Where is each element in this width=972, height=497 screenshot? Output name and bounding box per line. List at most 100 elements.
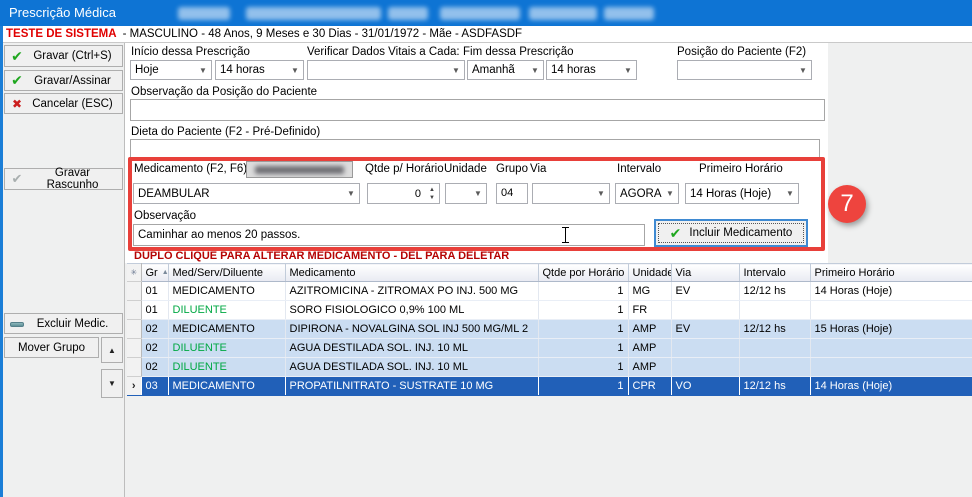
medicamento-combobox[interactable]: DEAMBULAR▼: [133, 183, 360, 204]
mover-grupo-label: Mover Grupo: [5, 342, 98, 354]
mover-grupo-button[interactable]: Mover Grupo: [4, 337, 99, 358]
gravar-rascunho-label: Gravar Rascunho: [29, 167, 122, 191]
annotation-badge-7: 7: [828, 185, 866, 223]
fim-date-combobox[interactable]: Amanhã▼: [467, 60, 544, 80]
redacted-text: [388, 7, 428, 20]
table-row[interactable]: 01 DILUENTE SORO FISIOLOGICO 0,9% 100 ML…: [127, 301, 972, 320]
inicio-date-combobox[interactable]: Hoje▼: [130, 60, 212, 80]
move-down-button[interactable]: ▼: [101, 369, 123, 398]
observacao-label: Observação: [134, 210, 196, 222]
obs-posicao-label: Observação da Posição do Paciente: [131, 86, 317, 98]
col-header-unidade[interactable]: Unidade: [628, 264, 671, 282]
window-title: Prescrição Médica: [9, 5, 116, 20]
grid-caption: DUPLO CLIQUE PARA ALTERAR MEDICAMENTO - …: [134, 250, 509, 262]
row-indicator-header: ✳: [127, 264, 141, 282]
patient-header: TESTE DE SISTEMA - MASCULINO - 48 Anos, …: [0, 26, 972, 43]
gravar-button[interactable]: ✔ Gravar (Ctrl+S): [4, 45, 123, 67]
col-header-gr[interactable]: Gr▲: [141, 264, 168, 282]
redacted-text: [178, 7, 230, 20]
check-icon: ✔: [670, 225, 682, 242]
obs-posicao-input[interactable]: [130, 99, 825, 121]
chevron-down-icon: ▼: [662, 189, 678, 198]
redacted-text: [440, 7, 520, 20]
col-header-intervalo[interactable]: Intervalo: [739, 264, 810, 282]
col-header-tipo[interactable]: Med/Serv/Diluente: [168, 264, 285, 282]
posicao-label: Posição do Paciente (F2): [677, 46, 806, 58]
primeiro-horario-combobox[interactable]: 14 Horas (Hoje)▼: [685, 183, 799, 204]
via-label: Via: [530, 163, 546, 175]
chevron-down-icon: ▼: [470, 189, 486, 198]
redacted-text: [529, 7, 597, 20]
move-up-button[interactable]: ▲: [101, 337, 123, 363]
vitais-combobox[interactable]: ▼: [307, 60, 465, 80]
grupo-label: Grupo: [496, 163, 528, 175]
fim-time-combobox[interactable]: 14 horas▼: [546, 60, 637, 80]
up-arrow-icon: ▲: [108, 346, 116, 355]
check-icon: ✔: [5, 48, 29, 65]
inicio-time-combobox[interactable]: 14 horas▼: [215, 60, 304, 80]
selected-row-indicator: ›: [127, 377, 141, 396]
posicao-combobox[interactable]: ▼: [677, 60, 812, 80]
vitais-label: Verificar Dados Vitais a Cada:: [307, 46, 460, 58]
down-arrow-icon: ▼: [108, 379, 116, 388]
table-row[interactable]: 01 MEDICAMENTO AZITROMICINA - ZITROMAX P…: [127, 282, 972, 301]
chevron-down-icon: ▼: [527, 66, 543, 75]
intervalo-combobox[interactable]: AGORA▼: [615, 183, 679, 204]
col-header-qtde[interactable]: Qtde por Horário: [538, 264, 628, 282]
incluir-medicamento-button[interactable]: ✔ Incluir Medicamento: [655, 220, 807, 246]
spinner-arrows-icon[interactable]: ▲▼: [425, 187, 439, 201]
col-header-via[interactable]: Via: [671, 264, 739, 282]
table-row[interactable]: 02 DILUENTE AGUA DESTILADA SOL. INJ. 10 …: [127, 339, 972, 358]
text-cursor: [562, 227, 569, 243]
redacted-button[interactable]: [246, 161, 353, 178]
cancelar-label: Cancelar (ESC): [29, 98, 122, 110]
col-header-primeiro[interactable]: Primeiro Horário: [810, 264, 972, 282]
via-combobox[interactable]: ▼: [532, 183, 610, 204]
unidade-label: Unidade: [444, 163, 487, 175]
table-row[interactable]: 02 DILUENTE AGUA DESTILADA SOL. INJ. 10 …: [127, 358, 972, 377]
inicio-label: Início dessa Prescrição: [131, 46, 250, 58]
qtde-label: Qtde p/ Horário: [365, 163, 444, 175]
sort-asc-icon: ▲: [162, 269, 168, 276]
chevron-down-icon: ▼: [195, 66, 211, 75]
grid-header-row: ✳ Gr▲ Med/Serv/Diluente Medicamento Qtde…: [127, 264, 972, 282]
chevron-down-icon: ▼: [343, 189, 359, 198]
dieta-label: Dieta do Paciente (F2 - Pré-Definido): [131, 126, 320, 138]
grupo-input[interactable]: 04: [496, 183, 528, 204]
chevron-down-icon: ▼: [593, 189, 609, 198]
gravar-rascunho-button[interactable]: ✔ Gravar Rascunho: [4, 168, 123, 190]
chevron-down-icon: ▼: [782, 189, 798, 198]
intervalo-label: Intervalo: [617, 163, 661, 175]
qtde-stepper[interactable]: 0 ▲▼: [367, 183, 440, 204]
prescription-window: Prescrição Médica TESTE DE SISTEMA - MAS…: [0, 0, 972, 497]
medication-grid: ✳ Gr▲ Med/Serv/Diluente Medicamento Qtde…: [127, 263, 972, 396]
table-row[interactable]: 02 MEDICAMENTO DIPIRONA - NOVALGINA SOL …: [127, 320, 972, 339]
patient-details: - MASCULINO - 48 Anos, 9 Meses e 30 Dias…: [123, 28, 522, 40]
title-bar: Prescrição Médica: [0, 0, 972, 26]
unidade-combobox[interactable]: ▼: [445, 183, 487, 204]
excluir-label: Excluir Medic.: [29, 318, 122, 330]
gravar-assinar-label: Gravar/Assinar: [29, 75, 122, 87]
check-icon: ✔: [5, 72, 29, 89]
redacted-text: [604, 7, 654, 20]
fim-label: Fim dessa Prescrição: [463, 46, 574, 58]
chevron-down-icon: ▼: [795, 66, 811, 75]
chevron-down-icon: ▼: [448, 66, 464, 75]
chevron-down-icon: ▼: [620, 66, 636, 75]
gravar-assinar-button[interactable]: ✔ Gravar/Assinar: [4, 70, 123, 91]
redacted-text: [246, 7, 381, 20]
sidebar-divider: [124, 43, 125, 497]
col-header-medicamento[interactable]: Medicamento: [285, 264, 538, 282]
primeiro-horario-label: Primeiro Horário: [699, 163, 783, 175]
incluir-label: Incluir Medicamento: [689, 227, 792, 239]
check-icon-disabled: ✔: [5, 171, 29, 187]
cancelar-button[interactable]: ✖ Cancelar (ESC): [4, 93, 123, 114]
window-left-border: [0, 26, 3, 497]
patient-name: TESTE DE SISTEMA: [6, 28, 117, 40]
minus-icon: [5, 318, 29, 330]
gravar-label: Gravar (Ctrl+S): [29, 50, 122, 62]
x-icon: ✖: [5, 97, 29, 111]
excluir-medicamento-button[interactable]: Excluir Medic.: [4, 313, 123, 334]
chevron-down-icon: ▼: [287, 66, 303, 75]
table-row-selected[interactable]: › 03 MEDICAMENTO PROPATILNITRATO - SUSTR…: [127, 377, 972, 396]
